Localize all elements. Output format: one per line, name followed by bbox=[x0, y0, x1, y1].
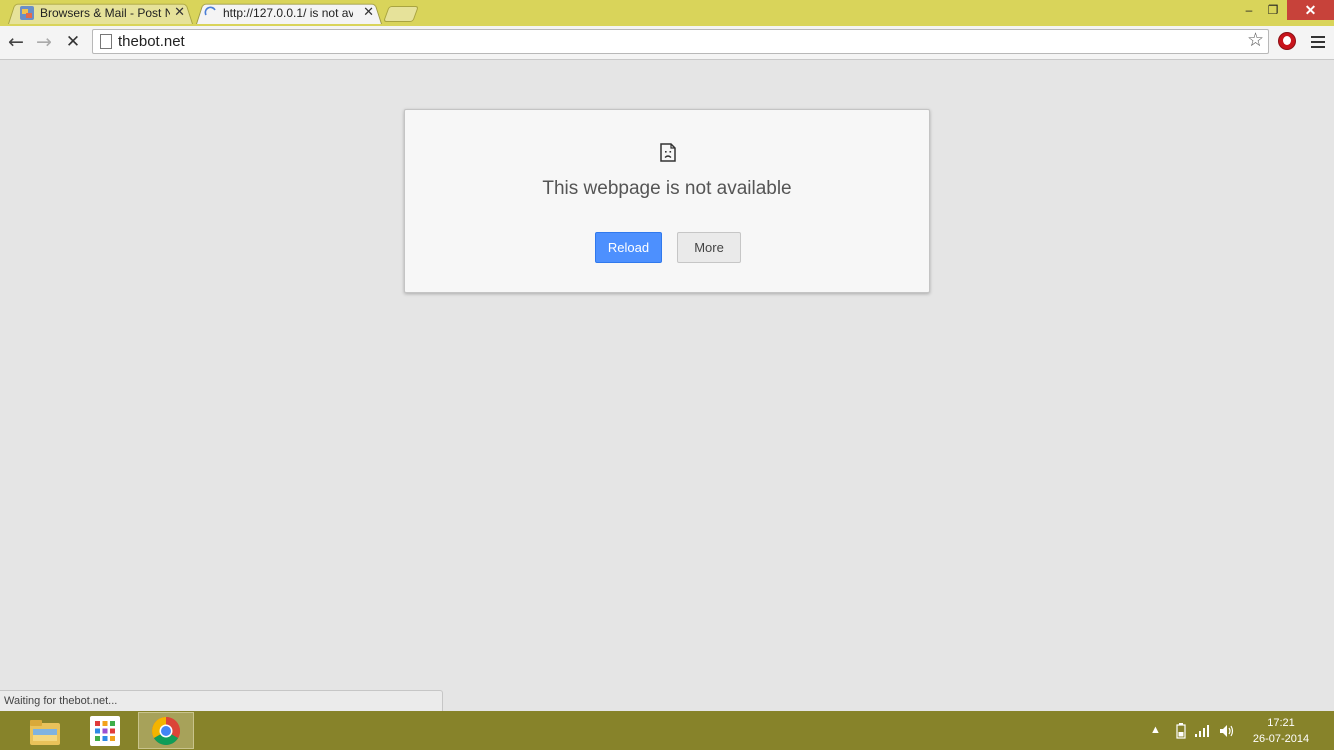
start-apps-button[interactable] bbox=[77, 712, 133, 749]
forum-favicon-icon bbox=[20, 6, 34, 20]
status-bubble: Waiting for thebot.net... bbox=[0, 690, 443, 711]
clock-time: 17:21 bbox=[1267, 717, 1295, 729]
taskbar: ▲ 17:21 26-07-2014 bbox=[0, 711, 1334, 750]
back-button[interactable]: ← bbox=[6, 32, 26, 52]
tab-browsers-mail[interactable]: Browsers & Mail - Post Ne ✕ bbox=[8, 2, 193, 24]
volume-icon[interactable] bbox=[1219, 724, 1235, 738]
chrome-taskbar-button[interactable] bbox=[138, 712, 194, 749]
address-bar[interactable]: thebot.net ☆ bbox=[92, 29, 1269, 54]
tab-localhost-error[interactable]: http://127.0.0.1/ is not ava ✕ bbox=[196, 2, 382, 24]
browser-toolbar: ← → ✕ thebot.net ☆ bbox=[0, 26, 1334, 60]
chrome-icon bbox=[152, 717, 180, 745]
restore-button[interactable]: ❐ bbox=[1259, 0, 1287, 20]
page-icon bbox=[100, 34, 112, 49]
menu-icon[interactable] bbox=[1311, 36, 1325, 51]
window-close-button[interactable]: ✕ bbox=[1287, 0, 1334, 20]
title-bar: Browsers & Mail - Post Ne ✕ http://127.0… bbox=[0, 0, 1334, 26]
reload-button[interactable]: Reload bbox=[595, 232, 662, 263]
clock-date: 26-07-2014 bbox=[1252, 733, 1310, 745]
error-card: This webpage is not available Reload Mor… bbox=[404, 109, 930, 293]
forward-button[interactable]: → bbox=[34, 32, 54, 52]
extension-icon[interactable] bbox=[1278, 32, 1296, 50]
clock[interactable]: 17:21 26-07-2014 bbox=[1246, 715, 1316, 747]
tab-close-icon[interactable]: ✕ bbox=[174, 5, 185, 19]
network-signal-icon[interactable] bbox=[1194, 724, 1212, 738]
sad-page-icon bbox=[660, 143, 676, 162]
folder-icon bbox=[30, 720, 60, 745]
url-text[interactable]: thebot.net bbox=[118, 33, 185, 50]
tab-title: http://127.0.0.1/ is not ava bbox=[223, 6, 353, 20]
tab-close-icon[interactable]: ✕ bbox=[363, 5, 374, 19]
bookmark-star-icon[interactable]: ☆ bbox=[1247, 31, 1264, 51]
error-title: This webpage is not available bbox=[542, 178, 792, 199]
apps-grid-icon bbox=[90, 716, 120, 746]
more-button[interactable]: More bbox=[677, 232, 741, 263]
file-explorer-button[interactable] bbox=[17, 712, 73, 749]
show-hidden-icons[interactable]: ▲ bbox=[1150, 724, 1161, 736]
loading-spinner-icon bbox=[204, 6, 216, 16]
stop-button[interactable]: ✕ bbox=[63, 32, 83, 52]
battery-icon[interactable] bbox=[1176, 723, 1186, 739]
tab-title: Browsers & Mail - Post Ne bbox=[40, 6, 170, 20]
new-tab-button[interactable] bbox=[383, 6, 419, 22]
